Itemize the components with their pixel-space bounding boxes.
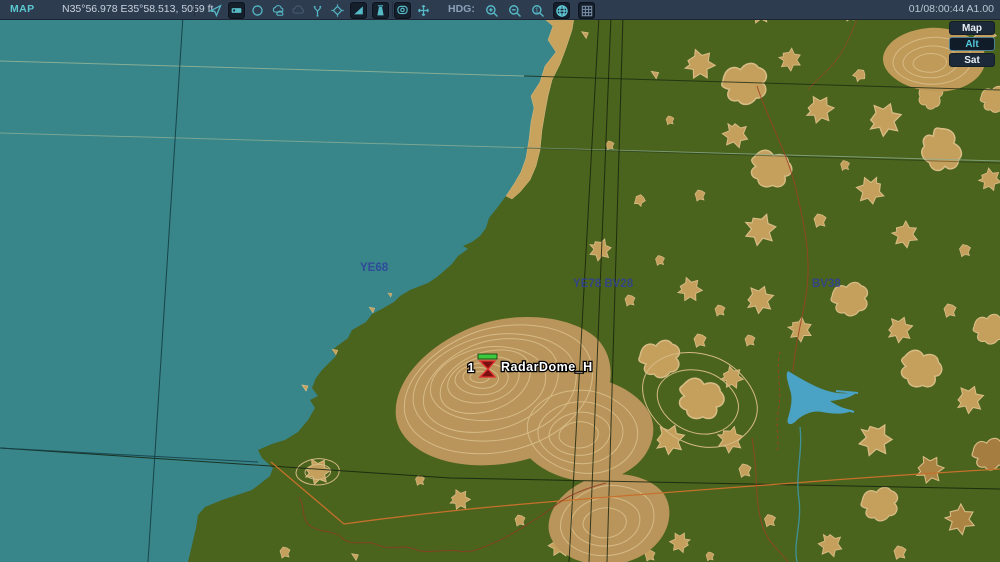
grid-icon[interactable] [578, 2, 595, 19]
grid-label-bv38: BV38 [812, 278, 841, 290]
top-toolbar: MAP N35°56.978 E35°58.513, 5059 ft HDG: … [0, 0, 1000, 20]
unit-health-bar [477, 353, 498, 360]
mission-clock: 01/08:00:44 A1.00 [908, 3, 994, 15]
range-circle-icon[interactable] [250, 3, 265, 18]
grid-label-ye68: YE68 [360, 262, 389, 274]
diamond-marker-icon[interactable] [330, 3, 345, 18]
globe-icon[interactable] [553, 2, 570, 19]
cursor-icon[interactable] [208, 3, 223, 18]
dcs-f10-map-screen: YE68 YE78 BV28 BV38 1 RadarDome_H MAP N3… [0, 0, 1000, 562]
beacon-column-icon[interactable] [372, 2, 389, 19]
layer-button-sat[interactable]: Sat [949, 53, 995, 67]
pan-cross-icon[interactable] [416, 3, 431, 18]
heading-label: HDG: [448, 3, 475, 15]
layer-button-group: Map Alt Sat [949, 21, 995, 67]
map-canvas[interactable]: YE68 YE78 BV28 BV38 1 RadarDome_H [0, 0, 1000, 562]
unit-name: RadarDome_H [501, 360, 593, 374]
chat-bubble-icon[interactable] [394, 2, 411, 19]
svg-text:1: 1 [534, 7, 538, 14]
toolbar-separator [392, 2, 393, 17]
layer-button-map[interactable]: Map [949, 21, 995, 35]
zoom-reset-icon[interactable]: 1 [530, 3, 545, 18]
branch-routes-icon[interactable] [310, 3, 325, 18]
weather-clouds-icon[interactable] [270, 3, 285, 18]
clouds-disabled-icon[interactable] [290, 3, 305, 18]
measure-tool-icon[interactable] [228, 2, 245, 19]
layer-button-alt[interactable]: Alt [949, 37, 995, 51]
unit-count: 1 [468, 361, 475, 375]
signal-wedge-icon[interactable] [350, 2, 367, 19]
map-mode-label: MAP [10, 3, 35, 15]
cursor-coordinates: N35°56.978 E35°58.513, 5059 ft [62, 3, 214, 15]
zoom-in-icon[interactable] [484, 3, 499, 18]
zoom-out-icon[interactable] [507, 3, 522, 18]
grid-label-ye78bv28: YE78 BV28 [573, 278, 634, 290]
toolbar-separator [194, 2, 195, 17]
